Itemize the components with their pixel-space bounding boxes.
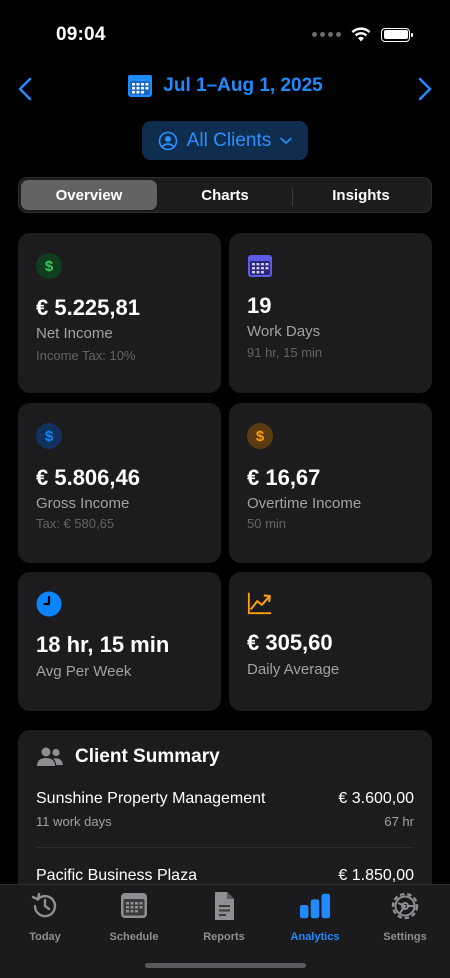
status-bar: 09:04	[0, 0, 450, 60]
daily-average-label: Daily Average	[247, 661, 340, 678]
tab-analytics-label: Analytics	[290, 931, 340, 943]
document-icon	[215, 892, 234, 920]
chevron-right-icon[interactable]	[412, 76, 436, 102]
client-hours: 67 hr	[384, 814, 414, 829]
avg-per-week-card[interactable]: 18 hr, 15 min Avg Per Week	[18, 572, 221, 711]
tab-schedule[interactable]: Schedule	[89, 891, 179, 947]
daily-average-value: € 305,60	[247, 630, 333, 655]
gross-income-label: Gross Income	[36, 495, 130, 512]
client-amount: € 3.600,00	[338, 790, 414, 807]
calendar-grid-icon	[121, 893, 147, 918]
view-segmented-control: Overview Charts Insights	[18, 177, 432, 213]
tab-charts-label: Charts	[201, 186, 249, 204]
date-range-label: Jul 1–Aug 1, 2025	[163, 75, 323, 96]
client-name: Sunshine Property Management	[36, 790, 266, 807]
dollar-circle-icon: $	[36, 423, 62, 449]
client-work-days: 11 work days	[36, 814, 112, 829]
wifi-icon	[351, 27, 371, 42]
tab-schedule-label: Schedule	[109, 931, 159, 943]
overtime-income-label: Overtime Income	[247, 495, 362, 512]
client-name: Pacific Business Plaza	[36, 867, 197, 884]
client-amount: € 1.850,00	[338, 867, 414, 884]
net-income-value: € 5.225,81	[36, 295, 140, 320]
net-income-label: Net Income	[36, 325, 113, 342]
client-picker-button[interactable]: All Clients	[142, 121, 308, 160]
net-income-card[interactable]: $ € 5.225,81 Net Income Income Tax: 10%	[18, 233, 221, 393]
home-indicator[interactable]	[145, 963, 306, 968]
calendar-icon	[128, 75, 153, 97]
overtime-income-value: € 16,67	[247, 465, 321, 490]
tab-reports[interactable]: Reports	[179, 891, 269, 947]
avg-per-week-label: Avg Per Week	[36, 663, 132, 680]
tab-settings-label: Settings	[383, 931, 427, 943]
row-divider	[36, 847, 414, 848]
people-icon	[37, 747, 63, 766]
daily-average-card[interactable]: € 305,60 Daily Average	[229, 572, 432, 711]
client-row[interactable]: Sunshine Property Management € 3.600,00 …	[36, 790, 414, 830]
person-circle-icon	[158, 131, 178, 150]
dollar-circle-icon: $	[36, 253, 62, 279]
work-days-sub: 91 hr, 15 min	[247, 345, 323, 360]
work-days-card[interactable]: 19 Work Days 91 hr, 15 min	[229, 233, 432, 393]
client-picker-label: All Clients	[186, 129, 272, 151]
clock-icon	[36, 591, 62, 617]
gross-income-sub: Tax: € 580,65	[36, 516, 115, 531]
date-navigation: Jul 1–Aug 1, 2025	[0, 74, 450, 104]
tab-insights[interactable]: Insights	[293, 180, 429, 210]
client-summary-title: Client Summary	[75, 746, 220, 767]
dollar-circle-icon: $	[247, 423, 273, 449]
overtime-income-sub: 50 min	[247, 516, 287, 531]
clock-history-icon	[31, 892, 57, 918]
work-days-value: 19	[247, 293, 272, 318]
chevron-down-icon	[280, 137, 293, 144]
bar-chart-icon	[299, 893, 331, 919]
gear-icon	[391, 892, 419, 920]
cellular-signal-icon	[312, 32, 341, 37]
status-icons	[312, 27, 413, 42]
gross-income-card[interactable]: $ € 5.806,46 Gross Income Tax: € 580,65	[18, 403, 221, 563]
date-range[interactable]: Jul 1–Aug 1, 2025	[0, 74, 450, 98]
tab-settings[interactable]: Settings	[360, 891, 450, 947]
battery-icon	[381, 27, 413, 42]
trend-chart-icon	[247, 592, 272, 615]
client-summary-header: Client Summary	[36, 746, 220, 768]
tab-reports-label: Reports	[203, 931, 245, 943]
calendar-icon	[248, 255, 272, 277]
net-income-sub: Income Tax: 10%	[36, 348, 136, 363]
status-time: 09:04	[56, 24, 106, 45]
tab-overview[interactable]: Overview	[21, 180, 157, 210]
tab-charts[interactable]: Charts	[157, 180, 293, 210]
tab-today[interactable]: Today	[0, 891, 90, 947]
overtime-income-card[interactable]: $ € 16,67 Overtime Income 50 min	[229, 403, 432, 563]
work-days-label: Work Days	[247, 323, 321, 340]
tab-today-label: Today	[29, 931, 61, 943]
tab-analytics[interactable]: Analytics	[270, 891, 360, 947]
gross-income-value: € 5.806,46	[36, 465, 140, 490]
avg-per-week-value: 18 hr, 15 min	[36, 632, 170, 657]
